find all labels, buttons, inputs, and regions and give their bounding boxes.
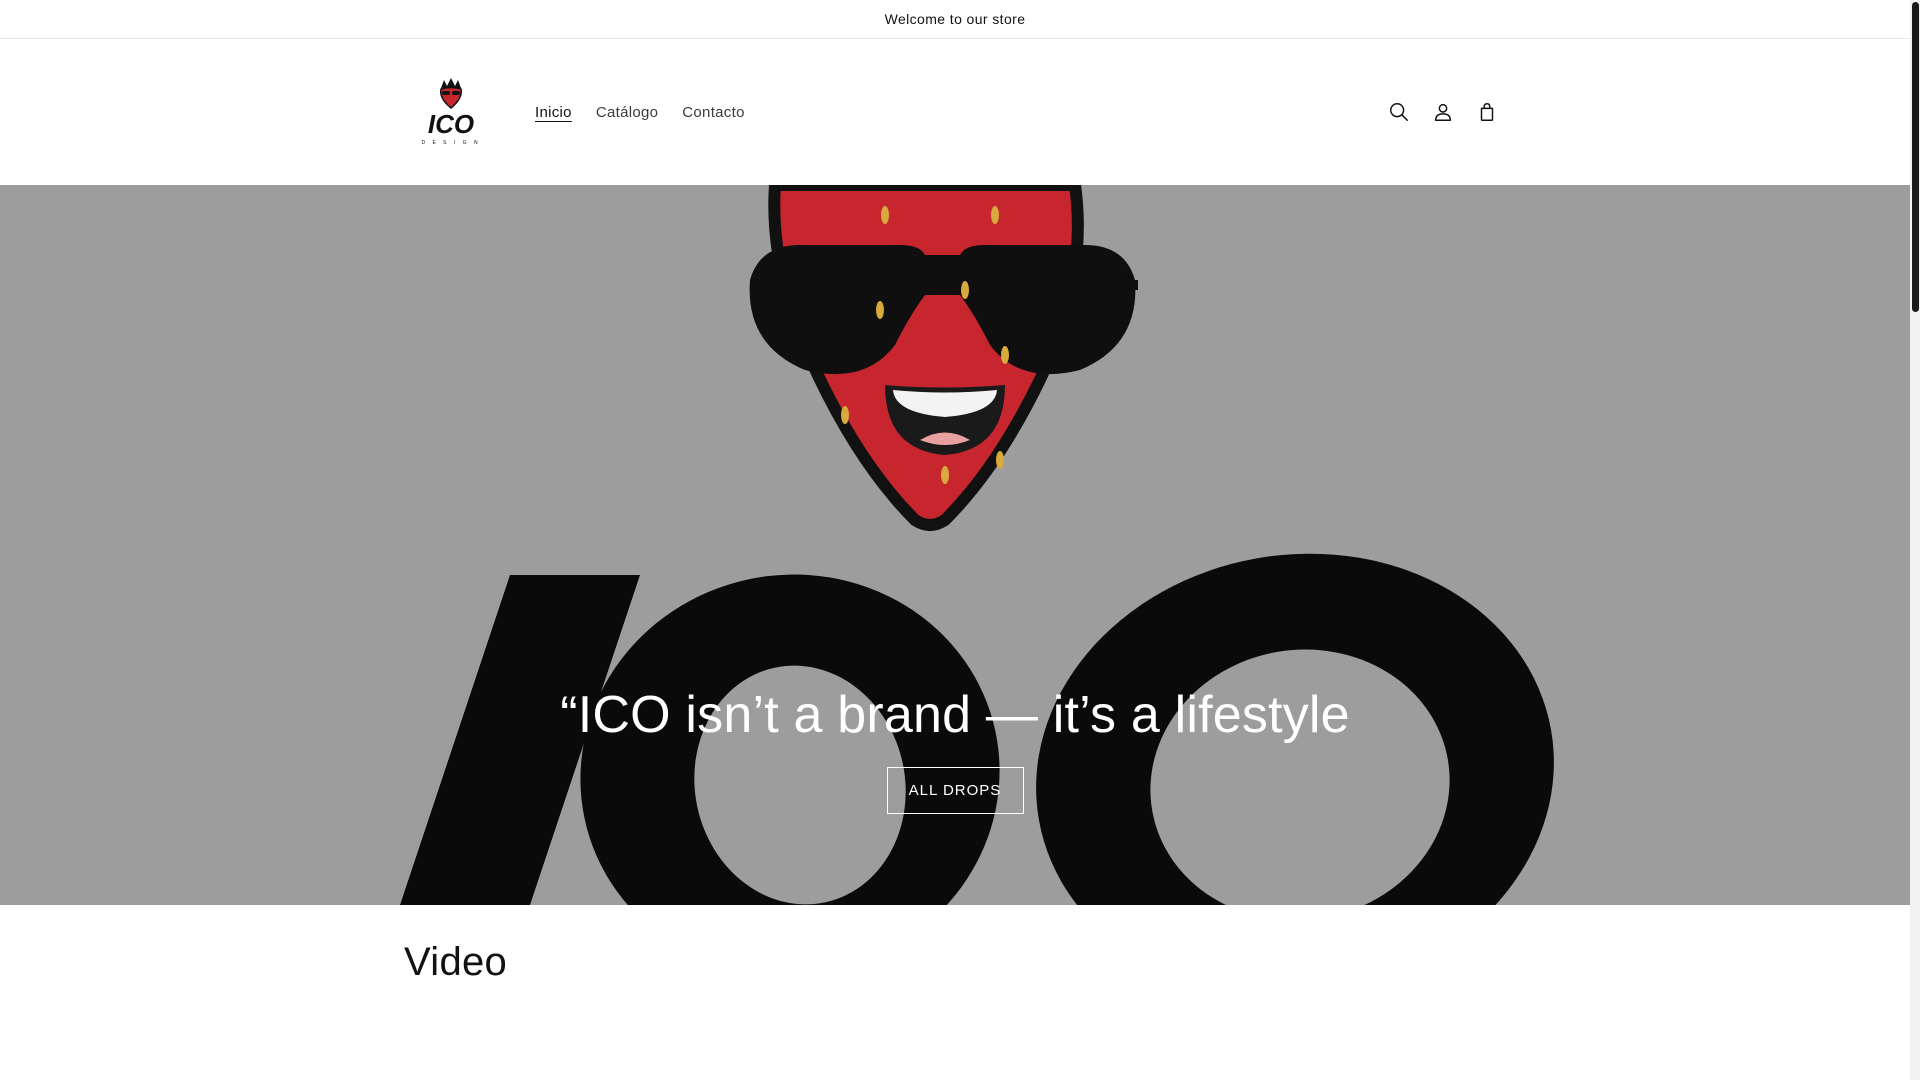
- account-icon: [1434, 103, 1452, 121]
- page-scrollbar[interactable]: [1910, 0, 1920, 1080]
- site-header: ICO D E S I G N Inicio Catálogo Contacto: [0, 39, 1910, 185]
- video-section: Video: [404, 940, 507, 985]
- main-nav: Inicio Catálogo Contacto: [523, 39, 757, 185]
- svg-text:D E S I G N: D E S I G N: [421, 140, 480, 146]
- announcement-text: Welcome to our store: [884, 11, 1026, 27]
- hero-title: “ICO isn’t a brand — it’s a lifestyle: [560, 686, 1350, 744]
- scrollbar-thumb[interactable]: [1912, 2, 1919, 312]
- hero-content: “ICO isn’t a brand — it’s a lifestyle AL…: [0, 685, 1910, 814]
- svg-text:ICO: ICO: [428, 109, 474, 139]
- search-icon: [1390, 103, 1408, 121]
- header-icons: [1377, 39, 1509, 185]
- nav-link-catalogo[interactable]: Catálogo: [584, 104, 670, 121]
- account-button[interactable]: [1421, 90, 1465, 134]
- announcement-bar: Welcome to our store: [0, 0, 1910, 39]
- search-button[interactable]: [1377, 90, 1421, 134]
- cart-icon: [1480, 103, 1494, 121]
- all-drops-button[interactable]: ALL DROPS: [886, 767, 1024, 814]
- hero-banner: “ICO isn’t a brand — it’s a lifestyle AL…: [0, 185, 1910, 905]
- site-logo[interactable]: ICO D E S I G N: [405, 74, 497, 150]
- nav-link-inicio[interactable]: Inicio: [523, 104, 584, 121]
- nav-link-contacto[interactable]: Contacto: [670, 104, 756, 121]
- video-section-title: Video: [404, 940, 508, 984]
- ico-logo-icon: ICO D E S I G N: [421, 78, 480, 146]
- cart-button[interactable]: [1465, 90, 1509, 134]
